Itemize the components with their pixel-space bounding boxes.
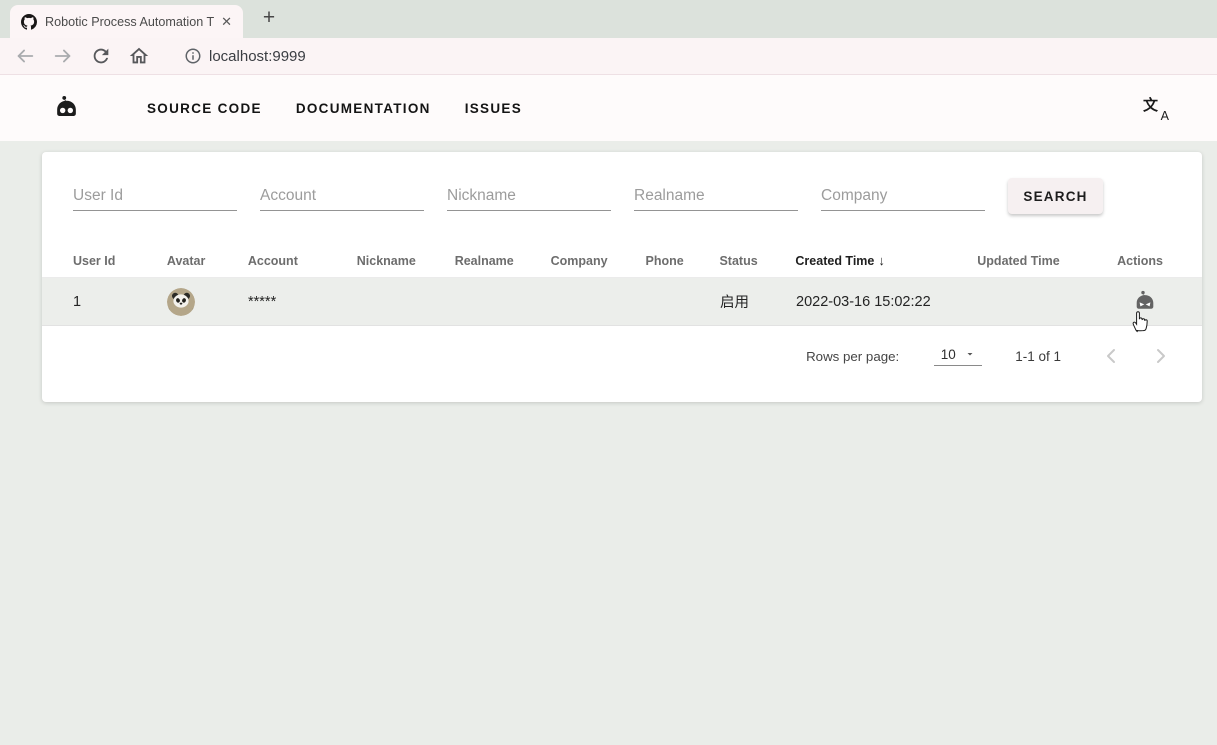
- cell-avatar: [167, 287, 248, 316]
- browser-toolbar: localhost:9999: [0, 38, 1217, 75]
- header-account: Account: [247, 253, 298, 268]
- nav-link-documentation[interactable]: DOCUMENTATION: [296, 101, 431, 116]
- realname-input[interactable]: [634, 181, 798, 211]
- company-input[interactable]: [821, 181, 985, 211]
- robot-icon: [1136, 290, 1154, 309]
- tab-title: Robotic Process Automation T: [45, 14, 215, 29]
- page-content: SEARCH User Id Avatar Account Nickname R…: [0, 141, 1217, 745]
- github-favicon-icon: [21, 13, 37, 30]
- pagination-range: 1-1 of 1: [1015, 348, 1061, 364]
- header-realname: Realname: [454, 253, 514, 268]
- forward-icon[interactable]: [52, 45, 74, 67]
- header-status: Status: [719, 253, 758, 268]
- caret-down-icon: [967, 353, 973, 356]
- browser-tab[interactable]: Robotic Process Automation T ✕: [10, 5, 243, 38]
- cell-actions: [1118, 290, 1202, 314]
- account-input[interactable]: [260, 181, 424, 211]
- next-page-icon[interactable]: [1149, 344, 1173, 368]
- header-company: Company: [550, 253, 608, 268]
- header-updated-time: Updated Time: [977, 253, 1060, 268]
- nickname-input[interactable]: [447, 181, 611, 211]
- nav-link-source-code[interactable]: SOURCE CODE: [147, 101, 262, 116]
- table-row[interactable]: 1 ***** 启用 2022-03-16 15:02:22: [42, 278, 1202, 326]
- rows-per-page-label: Rows per page:: [806, 348, 900, 364]
- header-nickname: Nickname: [356, 253, 416, 268]
- rows-per-page-value: 10: [940, 346, 956, 362]
- address-bar[interactable]: localhost:9999: [209, 48, 306, 65]
- header-created-time[interactable]: Created Time ↓: [795, 253, 977, 268]
- cell-created-time: 2022-03-16 15:02:22: [796, 293, 931, 310]
- nav-links: SOURCE CODE DOCUMENTATION ISSUES: [147, 101, 522, 116]
- back-icon[interactable]: [14, 45, 36, 67]
- search-button[interactable]: SEARCH: [1008, 178, 1103, 214]
- nav-link-issues[interactable]: ISSUES: [465, 101, 522, 116]
- reload-icon[interactable]: [90, 45, 112, 67]
- user-id-input[interactable]: [73, 181, 237, 211]
- new-tab-button[interactable]: +: [255, 4, 283, 32]
- row-action-button[interactable]: [1133, 290, 1157, 314]
- search-filter-row: SEARCH: [42, 152, 1202, 214]
- table-header-row: User Id Avatar Account Nickname Realname…: [42, 244, 1202, 278]
- previous-page-icon[interactable]: [1099, 344, 1123, 368]
- browser-tab-strip: Robotic Process Automation T ✕ +: [0, 0, 1217, 38]
- cell-account: *****: [248, 293, 277, 310]
- app-navbar: SOURCE CODE DOCUMENTATION ISSUES 文 A: [0, 75, 1217, 141]
- sort-desc-icon: ↓: [878, 253, 885, 268]
- tab-close-icon[interactable]: ✕: [218, 14, 235, 30]
- page-info-icon[interactable]: [184, 47, 202, 65]
- browser-window: { "browser": { "tab": { "title": "Roboti…: [0, 0, 1217, 745]
- header-avatar: Avatar: [166, 253, 206, 268]
- rows-per-page-select[interactable]: 10: [934, 346, 983, 366]
- cell-user-id: 1: [73, 293, 82, 310]
- header-phone: Phone: [645, 253, 684, 268]
- home-icon[interactable]: [128, 45, 150, 67]
- panda-avatar: [167, 287, 195, 316]
- cell-status: 启用: [720, 295, 749, 311]
- translate-icon[interactable]: 文 A: [1143, 96, 1169, 123]
- user-table-card: SEARCH User Id Avatar Account Nickname R…: [42, 152, 1202, 402]
- robot-logo-icon[interactable]: [53, 95, 80, 122]
- header-user-id: User Id: [73, 253, 116, 268]
- header-actions: Actions: [1117, 253, 1163, 268]
- pagination-bar: Rows per page: 10 1-1 of 1: [42, 326, 1202, 386]
